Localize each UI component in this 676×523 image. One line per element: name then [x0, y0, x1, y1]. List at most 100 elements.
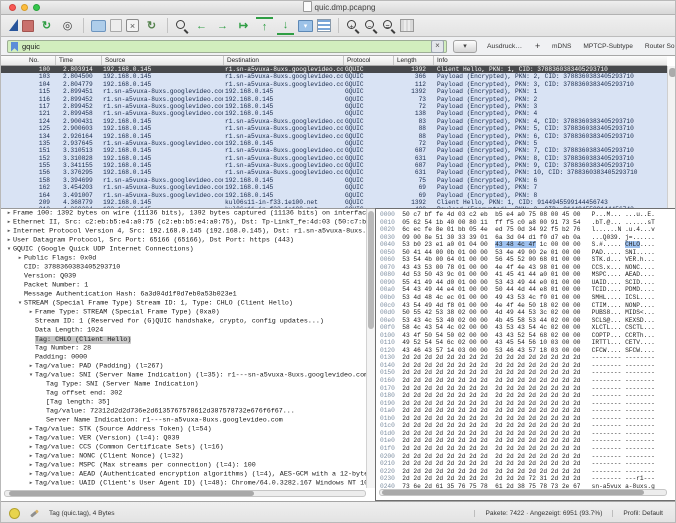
detail-row[interactable]: ▼Tag/value: SNI (Server Name Indication)… [1, 371, 375, 380]
expand-right-icon[interactable]: ▶ [27, 425, 35, 434]
expand-right-icon[interactable]: ▶ [27, 434, 35, 443]
status-profile[interactable]: Profil: Default [612, 510, 673, 517]
packet-row[interactable]: 1352.937645r1.sn-a5vuxa-8uxs.googlevideo… [1, 140, 667, 147]
packet-row[interactable]: 1042.804779192.168.0.145r1.sn-a5vuxa-8ux… [1, 81, 667, 88]
expand-down-icon[interactable]: ▼ [27, 371, 35, 380]
packet-row[interactable]: 1563.376295192.168.0.145r1.sn-a5vuxa-8ux… [1, 169, 667, 176]
detail-row[interactable]: ▼GQUIC (Google Quick UDP Internet Connec… [1, 245, 375, 254]
filter-dropdown-button[interactable]: ▾ [453, 40, 477, 53]
find-packet-icon[interactable] [175, 19, 189, 33]
hex-row[interactable]: 0010 05 62 54 1b 40 00 80 11 ff f5 c0 a8… [380, 219, 673, 227]
hex-row[interactable]: 0150 2d 2d 2d 2d 2d 2d 2d 2d 2d 2d 2d 2d… [380, 369, 673, 377]
expand-right-icon[interactable]: ▶ [27, 452, 35, 461]
hex-row[interactable]: 0080 4d 53 50 43 9c 01 00 00 41 45 41 44… [380, 271, 673, 279]
expand-right-icon[interactable]: ▶ [27, 362, 35, 371]
detail-row[interactable]: CID: 3788360383405293710 [1, 263, 375, 272]
detail-row[interactable]: Packet Number: 1 [1, 281, 375, 290]
detail-row[interactable]: [Tag length: 35] [1, 398, 375, 407]
expand-right-icon[interactable]: ▶ [27, 443, 35, 452]
hex-row[interactable]: 01b0 2d 2d 2d 2d 2d 2d 2d 2d 2d 2d 2d 2d… [380, 415, 673, 423]
detail-row[interactable]: ▶Internet Protocol Version 4, Src: 192.1… [1, 227, 375, 236]
resize-columns-icon[interactable] [400, 19, 414, 32]
hex-row[interactable]: 0120 43 46 43 57 14 03 00 00 53 46 43 57… [380, 347, 673, 355]
hex-row[interactable]: 00b0 53 4d 48 4c ec 01 00 00 49 43 53 4c… [380, 294, 673, 302]
column-length[interactable]: Length [393, 56, 433, 65]
detail-row[interactable]: ▶Frame Type: STREAM (Special Frame Type)… [1, 308, 375, 317]
detail-row[interactable]: Tag/value: 72312d2d2d736e2d6135767578612… [1, 407, 375, 416]
hex-hscrollbar[interactable] [379, 489, 667, 496]
hex-row[interactable]: 01f0 2d 2d 2d 2d 2d 2d 2d 2d 2d 2d 2d 2d… [380, 445, 673, 453]
packet-row[interactable]: 1623.454203r1.sn-a5vuxa-8uxs.googlevideo… [1, 184, 667, 191]
detail-row[interactable]: ▶Tag/value: CCS (Common Certificate Sets… [1, 443, 375, 452]
save-capture-icon[interactable] [110, 19, 122, 32]
hex-row[interactable]: 0000 50 c7 bf fe 4d 03 c2 eb b5 e4 a0 75… [380, 211, 673, 219]
detail-row[interactable]: ▶Tag/value: NONC (Client Nonce) (l=32) [1, 452, 375, 461]
close-capture-icon[interactable]: × [126, 19, 139, 32]
expand-right-icon[interactable]: ▶ [27, 308, 35, 317]
detail-row[interactable]: Tag offset end: 302 [1, 389, 375, 398]
hex-row[interactable]: 0220 2d 2d 2d 2d 2d 2d 2d 2d 2d 2d 2d 2d… [380, 468, 673, 476]
detail-row[interactable]: Tag Number: 28 [1, 344, 375, 353]
packet-row[interactable]: 1212.899458r1.sn-a5vuxa-8uxs.googlevideo… [1, 110, 667, 117]
expression-button[interactable]: Ausdruck… [483, 40, 526, 53]
hex-row[interactable]: 00c0 43 54 49 4d f8 01 00 00 4e 4f 4e 50… [380, 302, 673, 310]
bookmark-icon[interactable] [11, 42, 18, 52]
detail-row[interactable]: ▶Tag/value: MSPC (Max streams per connec… [1, 461, 375, 470]
packet-row[interactable]: 1032.804500192.168.0.145r1.sn-a5vuxa-8ux… [1, 73, 667, 80]
detail-row[interactable]: ▶Public Flags: 0x0d [1, 254, 375, 263]
stop-capture-icon[interactable] [22, 20, 34, 32]
hex-row[interactable]: 00e0 53 43 4c 53 40 02 00 00 4b 45 58 53… [380, 317, 673, 325]
detail-row[interactable]: Padding: 0000 [1, 353, 375, 362]
packet-list-scrollbar[interactable] [667, 66, 676, 208]
start-capture-icon[interactable] [9, 19, 18, 31]
detail-row[interactable]: ▶Tag/value: VER (Version) (l=4): Q039 [1, 434, 375, 443]
expand-right-icon[interactable]: ▶ [16, 254, 24, 263]
capture-options-icon[interactable]: ◎ [59, 18, 76, 34]
detail-row[interactable]: Version: Q039 [1, 272, 375, 281]
packet-row[interactable]: 1152.899451r1.sn-a5vuxa-8uxs.googlevideo… [1, 88, 667, 95]
expand-right-icon[interactable]: ▶ [27, 461, 35, 470]
expand-right-icon[interactable]: ▶ [5, 218, 13, 227]
packet-row[interactable]: 1162.899452r1.sn-a5vuxa-8uxs.googlevideo… [1, 96, 667, 103]
packet-row[interactable]: 1513.310513192.168.0.145r1.sn-a5vuxa-8ux… [1, 147, 667, 154]
packet-list-scrollbar-thumb[interactable] [669, 68, 676, 77]
packet-row[interactable]: 1553.341155192.168.0.145r1.sn-a5vuxa-8ux… [1, 162, 667, 169]
hex-row[interactable]: 0160 2d 2d 2d 2d 2d 2d 2d 2d 2d 2d 2d 2d… [380, 377, 673, 385]
colorize-packets-icon[interactable] [317, 19, 331, 32]
detail-row[interactable]: ▶Tag/value: PAD (Padding) (l=267) [1, 362, 375, 371]
hex-row[interactable]: 0040 53 b0 23 e1 a0 01 04 00 43 48 4c 4f… [380, 241, 673, 249]
hex-row[interactable]: 0030 09 00 8e 51 30 33 39 01 6a 3d 04 d1… [380, 234, 673, 242]
detail-row[interactable]: ▶Frame 100: 1392 bytes on wire (11136 bi… [1, 209, 375, 218]
detail-row[interactable]: Tag Type: SNI (Server Name Indication) [1, 380, 375, 389]
packet-row[interactable]: 1523.310828192.168.0.145r1.sn-a5vuxa-8ux… [1, 155, 667, 162]
hex-hscrollbar-thumb[interactable] [382, 490, 644, 495]
detail-row[interactable]: ▶User Datagram Protocol, Src Port: 65166… [1, 236, 375, 245]
details-scrollbar-thumb[interactable] [368, 211, 374, 329]
display-filter-input[interactable] [22, 42, 431, 51]
hex-row[interactable]: 0170 2d 2d 2d 2d 2d 2d 2d 2d 2d 2d 2d 2d… [380, 385, 673, 393]
hex-row[interactable]: 00f0 58 4c 43 54 4c 02 00 00 43 53 43 54… [380, 324, 673, 332]
expand-right-icon[interactable]: ▶ [5, 209, 13, 218]
hex-row[interactable]: 0180 2d 2d 2d 2d 2d 2d 2d 2d 2d 2d 2d 2d… [380, 392, 673, 400]
detail-row[interactable]: ▼STREAM (Special Frame Type) Stream ID: … [1, 299, 375, 308]
hex-row[interactable]: 0060 53 54 4b 00 64 01 00 00 56 45 52 00… [380, 256, 673, 264]
hex-row[interactable]: 0210 2d 2d 2d 2d 2d 2d 2d 2d 2d 2d 2d 2d… [380, 460, 673, 468]
packet-row[interactable]: 1583.394699r1.sn-a5vuxa-8uxs.googlevideo… [1, 177, 667, 184]
filter-shortcut-router-solicitation[interactable]: Router Solicitation [639, 40, 676, 53]
packet-row[interactable]: 1242.900431192.168.0.145r1.sn-a5vuxa-8ux… [1, 118, 667, 125]
expand-down-icon[interactable]: ▼ [5, 245, 13, 254]
expand-right-icon[interactable]: ▶ [5, 227, 13, 236]
detail-row[interactable]: ▶Tag/value: STK (Source Address Token) (… [1, 425, 375, 434]
details-hscrollbar-thumb[interactable] [9, 491, 254, 496]
go-to-packet-icon[interactable]: ↦ [235, 18, 252, 34]
last-packet-icon[interactable]: ↓ [277, 17, 294, 35]
hex-row[interactable]: 0190 2d 2d 2d 2d 2d 2d 2d 2d 2d 2d 2d 2d… [380, 400, 673, 408]
hex-row[interactable]: 01a0 2d 2d 2d 2d 2d 2d 2d 2d 2d 2d 2d 2d… [380, 407, 673, 415]
column-source[interactable]: Source [101, 56, 223, 65]
detail-row[interactable]: Server Name Indication: r1---sn-a5vuxa-8… [1, 416, 375, 425]
expand-right-icon[interactable]: ▶ [27, 470, 35, 479]
expert-info-icon[interactable] [9, 508, 20, 519]
previous-packet-icon[interactable]: ← [193, 18, 210, 34]
packet-row[interactable]: 1643.491007r1.sn-a5vuxa-8uxs.googlevideo… [1, 192, 667, 199]
filter-shortcut-mptcp-subtype[interactable]: MPTCP-Subtype [577, 40, 638, 53]
